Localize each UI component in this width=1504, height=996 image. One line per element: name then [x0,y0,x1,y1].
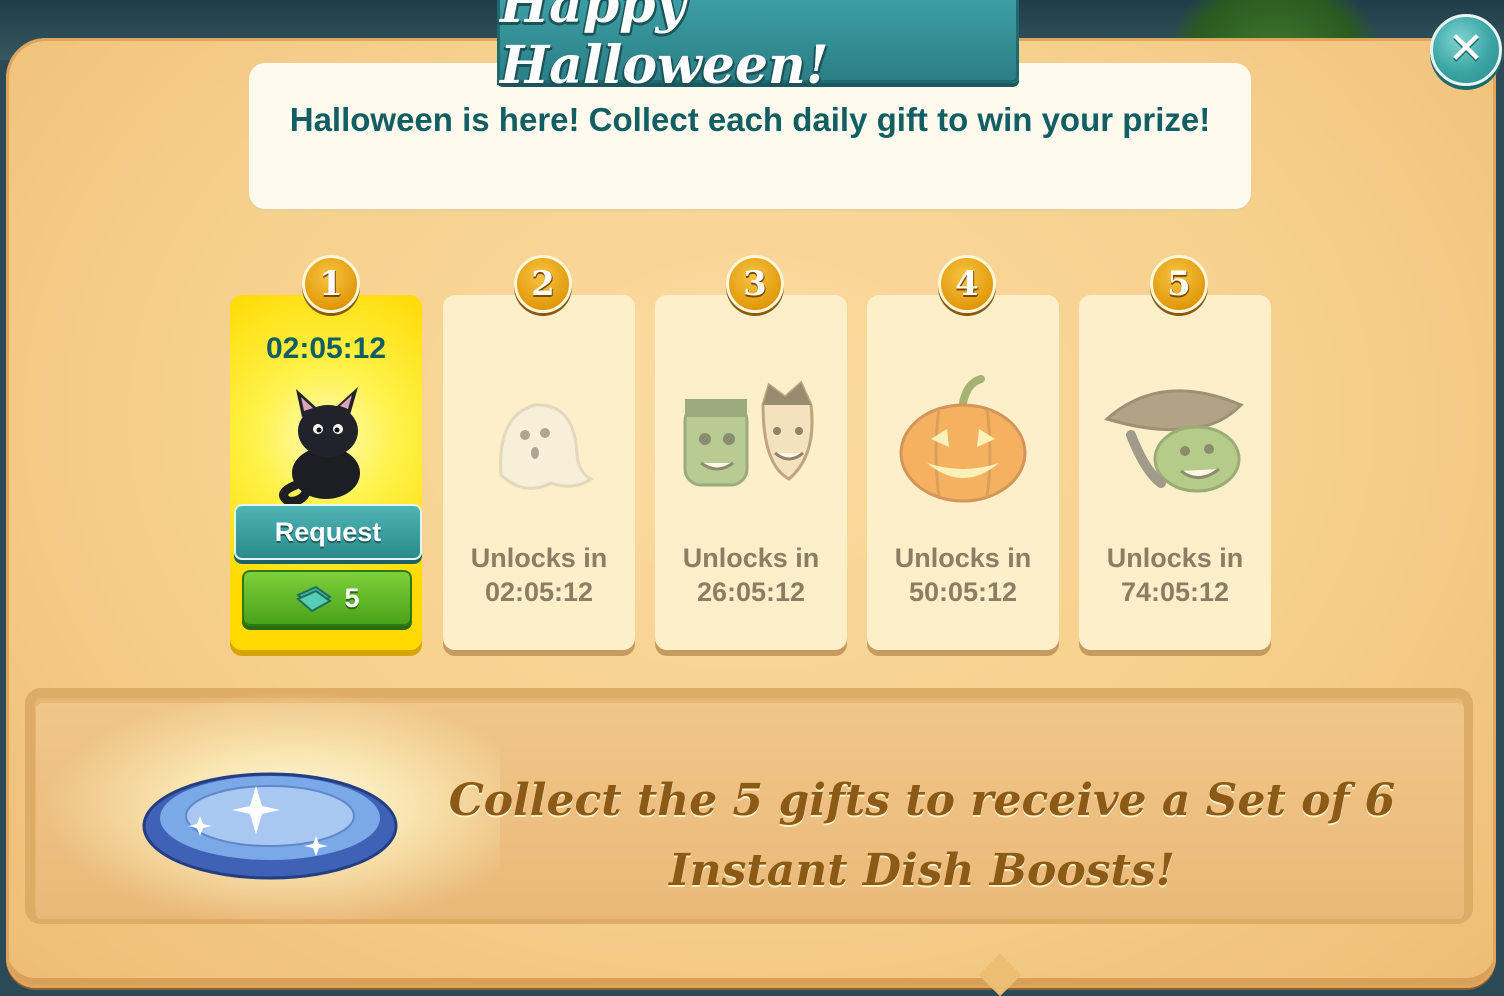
gift-number: 3 [743,264,767,304]
unlock-label: Unlocks in [682,543,820,573]
cash-cost: 5 [344,582,360,613]
unlock-label: Unlocks in [1106,543,1244,573]
gift-number: 5 [1167,264,1191,304]
unlock-time: 26:05:12 [696,577,806,607]
buy-with-cash-button[interactable]: 5 [242,570,412,626]
request-button[interactable]: Request [234,504,422,560]
request-button-label: Request [274,516,382,547]
unlock-time: 74:05:12 [1120,577,1230,607]
cash-icon [296,585,333,613]
title-banner: Happy Halloween! [497,0,1019,96]
black-cat-icon [279,387,360,505]
witch-icon [1103,389,1244,493]
gift-number-badge: 2 [514,255,572,313]
close-button[interactable]: ✕ [1430,14,1502,86]
unlock-time: 02:05:12 [484,577,594,607]
gift-card-4: Unlocks in 50:05:12 [867,295,1059,650]
gift-number-badge: 4 [938,255,996,313]
ghost-icon [499,403,594,490]
gift-number: 1 [319,264,343,304]
gift-number-badge: 1 [302,255,360,313]
gift-card-1: 02:05:12 Request 5 [230,295,422,650]
gift-timer: 02:05:12 [265,332,387,365]
gift-number: 4 [955,264,979,304]
close-icon: ✕ [1447,22,1485,74]
dialog-message: Halloween is here! Collect each daily gi… [289,101,1211,138]
sparkling-plate-icon [142,772,398,880]
gift-number: 2 [531,264,555,304]
gift-number-badge: 3 [726,255,784,313]
unlock-label: Unlocks in [470,543,608,573]
reward-description: Collect the 5 gifts to receive a Set of … [448,775,1396,896]
dialog-title: Happy Halloween! [500,0,829,96]
unlock-time: 50:05:12 [908,577,1018,607]
gift-card-3: Unlocks in 26:05:12 [655,295,847,650]
unlock-label: Unlocks in [894,543,1032,573]
jack-o-lantern-icon [899,375,1027,503]
monsters-icon [683,380,814,487]
gift-card-2: Unlocks in 02:05:12 [443,295,635,650]
gift-card-5: Unlocks in 74:05:12 [1079,295,1271,650]
gift-number-badge: 5 [1150,255,1208,313]
